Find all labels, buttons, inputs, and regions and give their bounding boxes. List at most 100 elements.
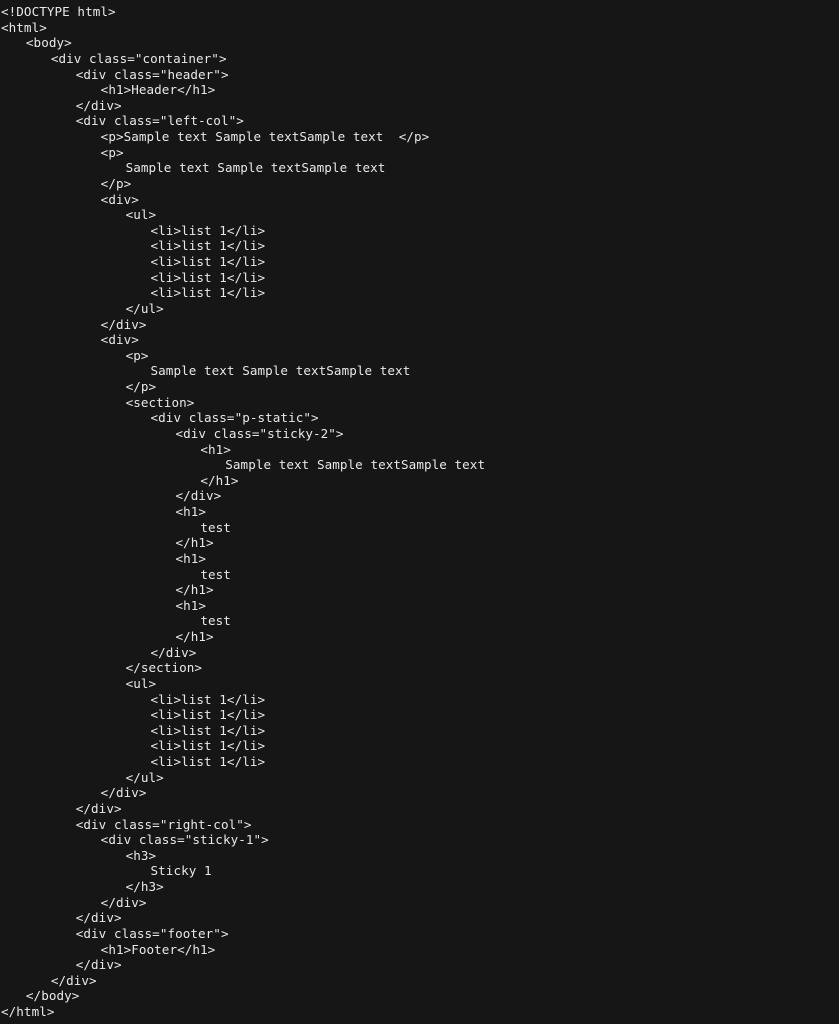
code-line: </body> [1,988,839,1004]
code-line-text: Sample text Sample textSample text [225,457,486,473]
code-line-text: </h1> [200,472,239,488]
code-line-text: <li>list 1</li> [150,238,266,254]
code-line-text: <div> [100,332,139,348]
code-line: <ul> [1,676,839,692]
code-line: <ul> [1,207,839,223]
code-line-text: <div class="header"> [75,66,229,82]
code-line: <div class="sticky-1"> [1,832,839,848]
code-line-text: <h1> [175,504,207,519]
code-line: <h1> [1,504,839,520]
code-line: <body> [1,35,839,51]
code-line-text: <section> [125,394,195,410]
code-line-text: <div class="right-col"> [75,816,252,832]
code-line: Sample text Sample textSample text [1,363,839,379]
html-source-view[interactable]: <!DOCTYPE html> <html> <body> <div class="c… [0,0,839,1024]
code-line-text: <li>list 1</li> [150,269,266,285]
code-line: <div class="footer"> [1,926,839,942]
code-line-text: <div class="container"> [50,50,227,66]
code-line-text: <h3> [125,847,157,863]
code-line: </ul> [1,770,839,786]
code-line: <h1> [1,551,839,567]
code-line-text: </p> [100,175,132,191]
code-line: </div> [1,785,839,801]
code-line: <h1> [1,598,839,614]
code-line: <li>list 1</li> [1,238,839,254]
code-line: </p> [1,176,839,192]
code-line-text: <ul> [125,207,157,223]
code-line-text: </h1> [175,582,214,598]
code-line: <li>list 1</li> [1,270,839,286]
code-line-text: <li>list 1</li> [150,754,266,769]
code-line: </h1> [1,629,839,645]
code-line: test [1,520,839,536]
code-line: <html> [1,20,839,36]
code-line-text: </div> [75,957,122,973]
code-line: <section> [1,395,839,411]
code-line-text: test [200,566,231,582]
code-line-text: Sample text Sample textSample text [125,160,386,176]
code-line: <p> [1,348,839,364]
code-line-text: test [200,613,231,629]
code-line: <div class="container"> [1,51,839,67]
code-line: </p> [1,379,839,395]
code-line-text: <body> [25,35,72,51]
code-line: test [1,613,839,629]
code-line-text: <div class="left-col"> [75,113,244,129]
code-line-text: Sample text Sample textSample text [150,363,411,379]
code-line-text: </ul> [125,300,164,316]
code-line: <div class="header"> [1,67,839,83]
code-line-text: <h1>Header</h1> [100,82,216,98]
code-line-text: </html> [1,1004,55,1019]
code-line-text: <p> [125,347,149,363]
code-line: </div> [1,910,839,926]
code-line-text: </h1> [175,629,214,644]
code-line-text: <li>list 1</li> [150,254,266,269]
code-line-text: <div class="p-static"> [150,410,319,426]
code-line-text: <ul> [125,675,157,691]
code-line: <!DOCTYPE html> [1,4,839,20]
code-line: <p> [1,145,839,161]
code-line: </h3> [1,879,839,895]
code-line: <h3> [1,848,839,864]
code-line: <div> [1,332,839,348]
code-line: </html> [1,1004,839,1020]
code-line-text: <li>list 1</li> [150,222,266,238]
code-line: <li>list 1</li> [1,707,839,723]
code-line: <li>list 1</li> [1,723,839,739]
code-line: <li>list 1</li> [1,285,839,301]
code-line: <li>list 1</li> [1,738,839,754]
code-line-text: </div> [100,785,147,801]
code-line-text: </div> [75,910,122,926]
code-line-text: </p> [125,379,157,394]
code-line-text: <li>list 1</li> [150,691,266,707]
code-line: Sample text Sample textSample text [1,457,839,473]
code-line: <li>list 1</li> [1,223,839,239]
code-line-text: </div> [175,488,222,504]
code-line: <p>Sample text Sample textSample text </… [1,129,839,145]
code-line-text: <p>Sample text Sample textSample text </… [100,129,430,144]
code-line-text: <h1>Footer</h1> [100,941,216,957]
code-line-text: <li>list 1</li> [150,722,266,738]
code-line-text: <div> [100,191,139,207]
code-line: </h1> [1,473,839,489]
code-line: <div class="sticky-2"> [1,426,839,442]
code-line: <li>list 1</li> [1,692,839,708]
code-line: </div> [1,317,839,333]
code-line-text: <li>list 1</li> [150,285,266,301]
code-line: </div> [1,488,839,504]
code-line-text: </div> [100,316,147,332]
code-line-text: <li>list 1</li> [150,738,266,754]
code-line: </section> [1,660,839,676]
code-line-text: <h1> [175,550,207,566]
code-line: test [1,567,839,583]
code-line-text: <p> [100,144,124,160]
code-line-text: <!DOCTYPE html> [1,4,116,19]
code-line-text: </h3> [125,879,164,894]
code-line: Sticky 1 [1,863,839,879]
code-line: Sample text Sample textSample text [1,160,839,176]
code-line: <div> [1,192,839,208]
code-line: <h1> [1,442,839,458]
code-line-text: <div class="footer"> [75,925,229,941]
code-line-text: </div> [50,972,97,988]
code-line: </div> [1,645,839,661]
